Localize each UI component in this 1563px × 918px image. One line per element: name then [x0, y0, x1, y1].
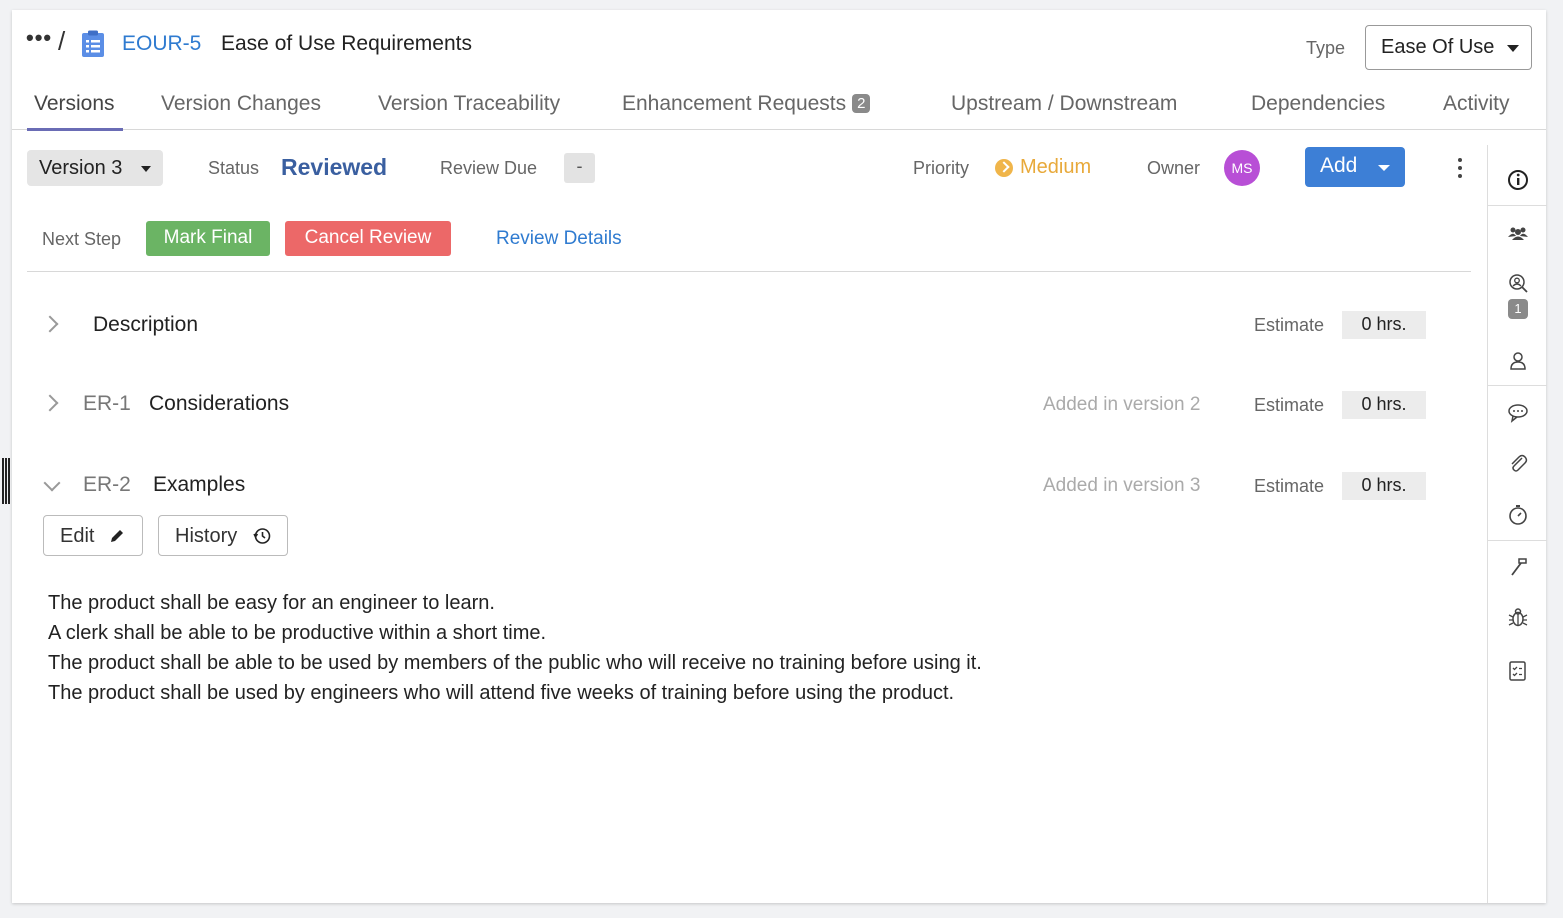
caret-down-icon — [141, 166, 151, 172]
priority-label: Priority — [913, 158, 970, 178]
edit-button[interactable]: Edit — [43, 515, 143, 556]
requirement-panel: ••• / EOUR-5 Ease of Use Requirements Ty… — [12, 10, 1547, 903]
comments-icon[interactable] — [1506, 401, 1530, 425]
tab-version-changes[interactable]: Version Changes — [161, 92, 321, 130]
content-line: The product shall be easy for an enginee… — [48, 592, 495, 614]
divider — [1488, 540, 1547, 541]
reviewer-icon[interactable] — [1506, 272, 1530, 296]
chevron-down-icon[interactable] — [43, 474, 61, 492]
header: ••• / EOUR-5 Ease of Use Requirements Ty… — [12, 10, 1546, 80]
tab-bar: Versions Version Changes Version Traceab… — [12, 88, 1546, 131]
divider — [1488, 205, 1547, 206]
page-title: Ease of Use Requirements — [221, 32, 472, 55]
add-button-label: Add — [1320, 154, 1358, 177]
tab-upstream-downstream[interactable]: Upstream / Downstream — [951, 92, 1177, 130]
added-in-version: Added in version 2 — [1043, 394, 1201, 415]
priority-value[interactable]: Medium — [1020, 156, 1091, 179]
tab-label: Version Traceability — [378, 92, 561, 115]
status-value: Reviewed — [281, 154, 388, 180]
review-details-link[interactable]: Review Details — [496, 228, 622, 250]
review-due-value[interactable]: - — [564, 153, 595, 183]
next-step-label: Next Step — [42, 229, 122, 249]
history-button-label: History — [175, 525, 238, 547]
pencil-icon — [111, 530, 123, 542]
hammer-icon[interactable] — [1506, 555, 1530, 579]
priority-icon — [995, 159, 1013, 177]
team-icon[interactable] — [1506, 222, 1530, 246]
history-button[interactable]: History — [158, 515, 288, 556]
caret-down-icon — [1507, 45, 1519, 52]
status-label: Status — [208, 158, 260, 178]
divider — [1488, 385, 1547, 386]
requirement-id-link[interactable]: EOUR-5 — [122, 32, 201, 56]
requirement-content: The product shall be easy for an enginee… — [48, 588, 982, 708]
review-due-label: Review Due — [440, 158, 538, 178]
tab-activity[interactable]: Activity — [1443, 92, 1510, 130]
content-line: The product shall be able to be used by … — [48, 652, 982, 674]
chevron-right-icon[interactable] — [41, 315, 59, 333]
section-title-description[interactable]: Description — [93, 313, 198, 337]
breadcrumb-more-button[interactable]: ••• — [26, 27, 52, 49]
tab-versions[interactable]: Versions — [27, 92, 123, 131]
chevron-right-icon[interactable] — [41, 394, 59, 412]
attachment-icon[interactable] — [1506, 452, 1530, 476]
caret-down-icon — [1378, 165, 1390, 171]
type-label: Type — [1306, 38, 1346, 58]
reviewer-count-badge: 1 — [1508, 299, 1528, 319]
tab-label: Version Changes — [161, 92, 321, 115]
section-id: ER-2 — [83, 473, 131, 496]
count-badge: 2 — [852, 94, 871, 113]
tab-dependencies[interactable]: Dependencies — [1251, 92, 1385, 130]
type-select[interactable]: Ease Of Use — [1365, 25, 1532, 70]
info-icon[interactable] — [1506, 168, 1530, 192]
version-label: Version 3 — [39, 157, 123, 179]
timer-icon[interactable] — [1506, 503, 1530, 527]
add-button[interactable]: Add — [1305, 147, 1405, 187]
estimate-value[interactable]: 0 hrs. — [1342, 472, 1426, 500]
tab-version-traceability[interactable]: Version Traceability — [378, 92, 560, 130]
estimate-label: Estimate — [1254, 476, 1325, 496]
tab-enhancement-requests[interactable]: Enhancement Requests 2 — [622, 92, 871, 130]
section-title-examples[interactable]: Examples — [153, 473, 245, 497]
type-select-value: Ease Of Use — [1381, 36, 1495, 58]
tab-label: Enhancement Requests — [622, 92, 847, 115]
tab-label: Dependencies — [1251, 92, 1386, 115]
right-sidebar: 1 — [1487, 145, 1547, 903]
cancel-review-button[interactable]: Cancel Review — [285, 221, 451, 256]
divider — [27, 271, 1471, 272]
bug-icon[interactable] — [1506, 606, 1530, 630]
more-options-icon[interactable] — [1456, 158, 1464, 180]
added-in-version: Added in version 3 — [1043, 475, 1201, 496]
version-dropdown[interactable]: Version 3 — [27, 150, 163, 186]
requirement-document-icon — [82, 30, 104, 57]
estimate-value[interactable]: 0 hrs. — [1342, 311, 1426, 339]
estimate-value[interactable]: 0 hrs. — [1342, 391, 1426, 419]
section-title-considerations[interactable]: Considerations — [149, 392, 289, 416]
tab-label: Activity — [1443, 92, 1510, 115]
history-icon — [253, 528, 271, 544]
owner-avatar[interactable]: MS — [1224, 150, 1260, 186]
breadcrumb-separator: / — [58, 26, 66, 56]
estimate-label: Estimate — [1254, 395, 1325, 415]
mark-final-button[interactable]: Mark Final — [146, 221, 270, 256]
content-line: The product shall be used by engineers w… — [48, 682, 955, 704]
tab-label: Upstream / Downstream — [951, 92, 1178, 115]
tab-label: Versions — [34, 92, 115, 115]
content-line: A clerk shall be able to be productive w… — [48, 622, 547, 644]
estimate-label: Estimate — [1254, 315, 1325, 335]
edit-button-label: Edit — [60, 525, 95, 547]
person-icon[interactable] — [1506, 349, 1530, 373]
section-id: ER-1 — [83, 392, 131, 415]
checklist-icon[interactable] — [1506, 659, 1530, 683]
owner-label: Owner — [1147, 158, 1201, 178]
resize-handle[interactable] — [2, 458, 11, 504]
